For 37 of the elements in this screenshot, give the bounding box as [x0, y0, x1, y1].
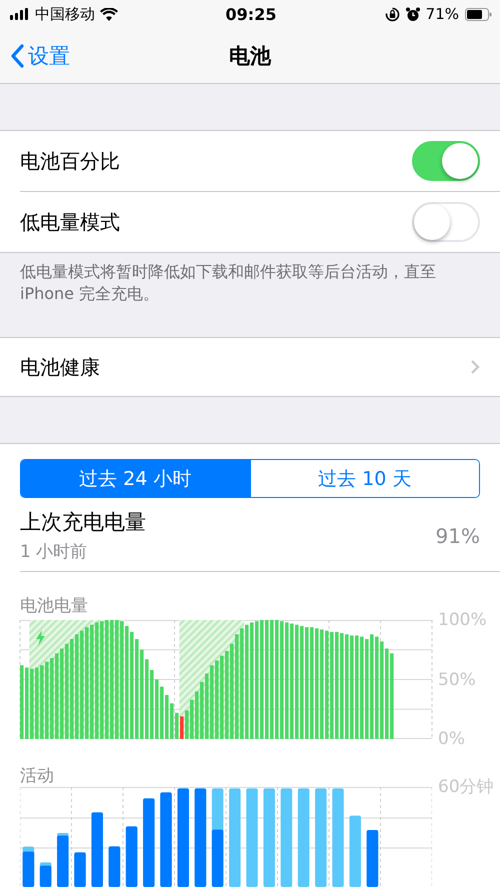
battery-percentage: 71%	[426, 5, 459, 23]
toggle-label: 电池百分比	[20, 148, 121, 174]
activity-bar	[74, 852, 86, 887]
charging-bolt-icon	[36, 630, 45, 646]
activity-bar	[40, 862, 52, 887]
activity-bar	[108, 846, 120, 887]
alarm-icon	[406, 6, 420, 22]
back-button[interactable]: 设置	[0, 36, 70, 76]
axis-label: 60分钟	[438, 776, 494, 798]
toggle-label: 低电量模式	[20, 208, 121, 236]
time-range-tab[interactable]: 过去 10 天	[250, 460, 479, 497]
chart-title: 活动	[20, 765, 54, 787]
activity-bar	[366, 830, 378, 887]
battery-health-row[interactable]: 电池健康	[0, 337, 500, 397]
rotation-lock-icon	[384, 6, 400, 22]
last-charge-value: 91%	[436, 524, 480, 548]
chart-title: 电池电量	[20, 595, 88, 617]
last-charge-time: 1 小时前	[20, 541, 88, 563]
footer-note: 低电量模式将暂时降低如下载和邮件获取等后台活动，直至 iPhone 完全充电。	[20, 262, 436, 303]
signal-icon	[10, 8, 30, 20]
clock-time: 09:25	[226, 4, 276, 24]
time-range-tab[interactable]: 过去 24 小时	[21, 460, 250, 497]
page-title: 电池	[229, 42, 271, 70]
last-charge-label: 上次充电电量	[20, 509, 147, 536]
chevron-icon	[470, 359, 480, 375]
battery-icon	[465, 8, 492, 20]
activity-bar	[22, 846, 34, 887]
toggle-switch[interactable]	[412, 141, 480, 181]
activity-bar	[349, 816, 361, 887]
axis-label: 50%	[438, 670, 476, 690]
axis-label: 0%	[438, 729, 465, 749]
activity-bar	[126, 826, 138, 887]
chevron-icon	[10, 44, 24, 68]
carrier-name: 中国移动	[35, 4, 95, 24]
wifi-icon	[100, 8, 118, 20]
activity-bar	[57, 833, 69, 887]
axis-label: 100%	[438, 610, 487, 630]
